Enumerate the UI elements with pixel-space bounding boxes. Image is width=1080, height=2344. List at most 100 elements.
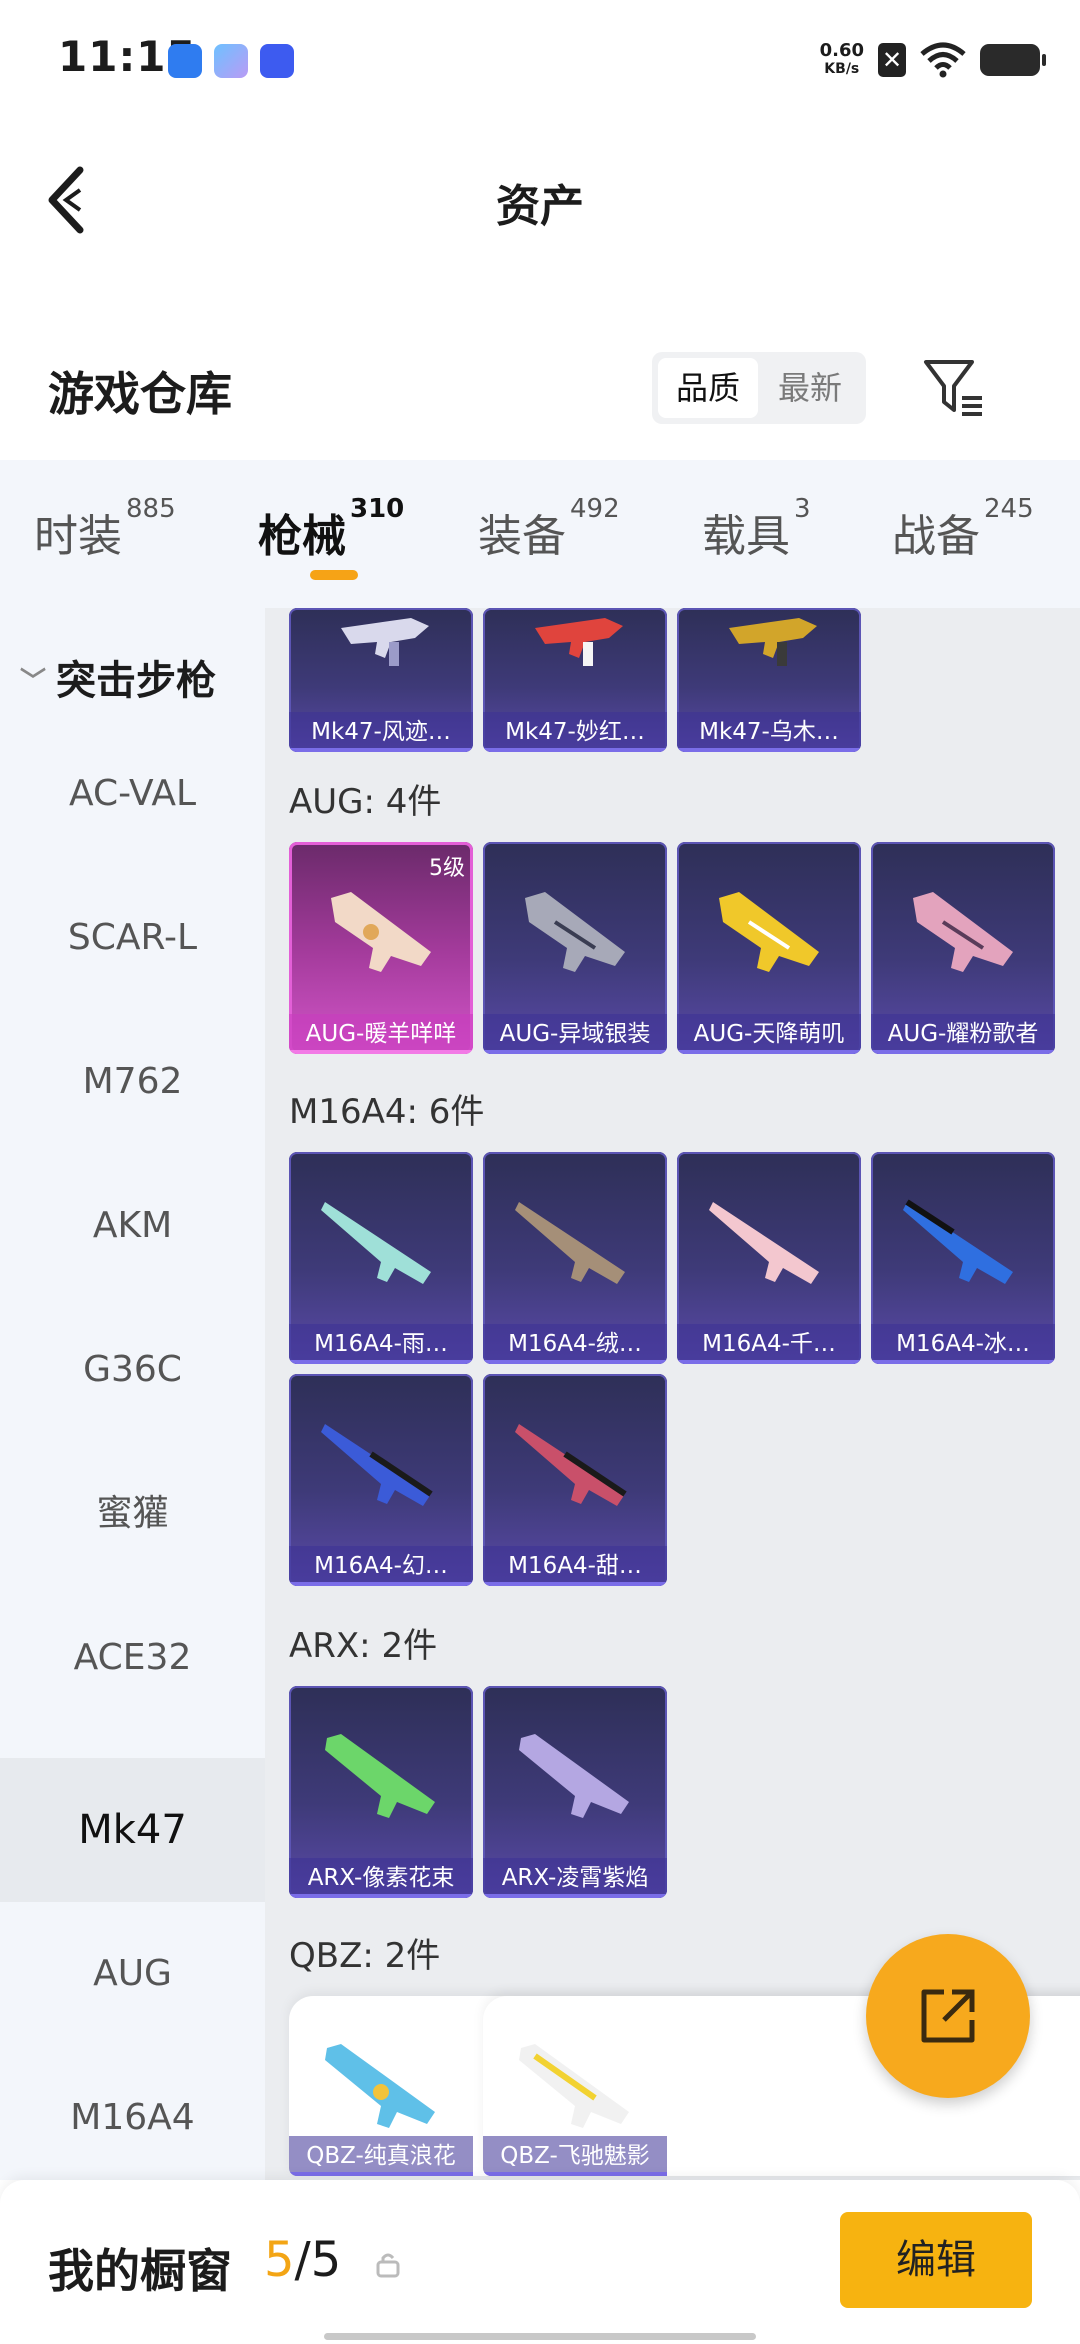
gun-image — [331, 892, 431, 972]
edit-button[interactable]: 编辑 — [840, 2212, 1032, 2308]
gun-image — [719, 892, 819, 972]
sidebar-item-akm[interactable]: AKM — [0, 1154, 265, 1298]
network-speed-value: 0.60 — [819, 40, 864, 61]
category-tabs: 时装885 枪械310 装备492 载具3 战备245 — [0, 460, 1080, 608]
skin-card[interactable]: M16A4-绒… — [483, 1152, 667, 1364]
vivo-icon — [260, 44, 294, 78]
skin-card[interactable]: M16A4-冰… — [871, 1152, 1055, 1364]
tab-label: 载具 — [702, 511, 790, 562]
skin-name: AUG-耀粉歌者 — [871, 1014, 1055, 1054]
skin-card[interactable]: M16A4-千… — [677, 1152, 861, 1364]
status-bar: 11:15 0.60 KB/s ✕ — [0, 0, 1080, 120]
skin-name: M16A4-雨… — [289, 1324, 473, 1364]
tab-fashion[interactable]: 时装885 — [34, 494, 176, 564]
tab-count: 885 — [126, 494, 176, 524]
gun-image — [325, 2044, 435, 2128]
filter-icon[interactable] — [922, 356, 986, 420]
sidebar-item-m16a4[interactable]: M16A4 — [0, 2046, 265, 2190]
skin-card[interactable]: M16A4-幻… — [289, 1374, 473, 1586]
warehouse-title: 游戏仓库 — [48, 367, 232, 421]
weapon-sidebar: ﹀ 突击步枪 AC-VAL SCAR-L M762 AKM G36C 蜜獾 ACE… — [0, 608, 265, 2180]
gun-image — [321, 1424, 433, 1506]
sidebar-item-scar-l[interactable]: SCAR-L — [0, 866, 265, 1010]
showcase-bar: 我的橱窗 5/5 编辑 — [0, 2180, 1080, 2344]
gun-image — [519, 2044, 629, 2128]
tab-guns[interactable]: 枪械310 — [258, 494, 404, 564]
header: 资产 — [0, 130, 1080, 270]
skin-name: M16A4-幻… — [289, 1546, 473, 1586]
sidebar-item-honey-badger[interactable]: 蜜獾 — [0, 1442, 265, 1586]
page-title: 资产 — [496, 181, 584, 232]
gun-image — [519, 1734, 629, 1818]
skin-card[interactable]: M16A4-甜… — [483, 1374, 667, 1586]
share-icon — [921, 1989, 975, 2043]
gun-image — [515, 1202, 625, 1284]
gun-image — [535, 618, 623, 666]
gun-image — [321, 1202, 431, 1284]
skin-card[interactable]: AUG-耀粉歌者 — [871, 842, 1055, 1054]
tab-vehicles[interactable]: 载具3 — [702, 494, 811, 564]
showcase-label: 我的橱窗 — [48, 2244, 232, 2298]
tab-supplies[interactable]: 战备245 — [892, 494, 1034, 564]
skin-card[interactable]: ARX-凌霄紫焰 — [483, 1686, 667, 1898]
skin-name: AUG-天降萌叽 — [677, 1014, 861, 1054]
tab-equipment[interactable]: 装备492 — [478, 494, 620, 564]
sort-toggle: 品质 最新 — [652, 352, 866, 424]
sort-quality-button[interactable]: 品质 — [658, 358, 758, 418]
tab-label: 时装 — [34, 511, 122, 562]
chevron-down-icon: ﹀ — [20, 667, 47, 697]
skin-card[interactable]: M16A4-雨… — [289, 1152, 473, 1364]
sidebar-item-mk47[interactable]: Mk47 — [0, 1758, 265, 1902]
skin-name: ARX-像素花束 — [289, 1858, 473, 1898]
skin-card[interactable]: ARX-像素花束 — [289, 1686, 473, 1898]
gun-image — [709, 1202, 819, 1284]
sidebar-item-aug[interactable]: AUG — [0, 1902, 265, 2046]
sidebar-category-label: 突击步枪 — [56, 658, 217, 704]
skin-card[interactable]: Mk47-妙红… — [483, 608, 667, 752]
active-tab-indicator — [310, 570, 358, 580]
tab-label: 枪械 — [258, 511, 346, 562]
showcase-count: 5/5 — [264, 2232, 341, 2288]
sidebar-item-ac-val[interactable]: AC-VAL — [0, 722, 265, 866]
skin-name: M16A4-冰… — [871, 1324, 1055, 1364]
app-notification-icon — [168, 44, 202, 78]
skin-name: Mk47-风迹… — [289, 712, 473, 752]
wifi-icon — [920, 42, 966, 78]
showcase-current: 5 — [264, 2232, 295, 2288]
skin-level-badge: 5级 — [429, 856, 465, 881]
skin-name: QBZ-纯真浪花 — [289, 2136, 473, 2176]
sidebar-category-assault-rifles[interactable]: ﹀ 突击步枪 — [20, 648, 216, 706]
skin-name: AUG-异域银装 — [483, 1014, 667, 1054]
sidebar-item-g36c[interactable]: G36C — [0, 1298, 265, 1442]
gun-image — [913, 892, 1013, 972]
tab-count: 310 — [350, 494, 405, 524]
skin-card[interactable]: 5级 AUG-暖羊咩咩 — [289, 842, 473, 1054]
group-title-qbz: QBZ: 2件 — [289, 1936, 441, 1976]
gun-image — [729, 618, 817, 666]
skin-name: M16A4-甜… — [483, 1546, 667, 1586]
group-title-aug: AUG: 4件 — [289, 782, 442, 822]
skin-card[interactable]: AUG-天降萌叽 — [677, 842, 861, 1054]
skin-card[interactable]: Mk47-风迹… — [289, 608, 473, 752]
network-speed-unit: KB/s — [824, 61, 860, 77]
showcase-separator: / — [294, 2232, 311, 2288]
share-button[interactable] — [866, 1934, 1030, 2098]
skin-name: M16A4-千… — [677, 1324, 861, 1364]
gun-image — [525, 892, 625, 972]
battery-icon — [980, 44, 1046, 76]
skin-name: Mk47-妙红… — [483, 712, 667, 752]
sidebar-item-m762[interactable]: M762 — [0, 1010, 265, 1154]
group-title-arx: ARX: 2件 — [289, 1626, 438, 1666]
gun-image — [325, 1734, 435, 1818]
tab-count: 3 — [794, 494, 811, 524]
skin-name: Mk47-乌木… — [677, 712, 861, 752]
network-speed: 0.60 KB/s — [820, 42, 864, 78]
sort-newest-button[interactable]: 最新 — [760, 358, 860, 418]
skin-card[interactable]: Mk47-乌木… — [677, 608, 861, 752]
sidebar-item-ace32[interactable]: ACE32 — [0, 1586, 265, 1730]
tab-label: 战备 — [892, 511, 980, 562]
lock-icon — [376, 2253, 400, 2278]
home-indicator[interactable] — [324, 2333, 756, 2340]
app-notification-icon — [214, 44, 248, 78]
skin-card[interactable]: AUG-异域银装 — [483, 842, 667, 1054]
